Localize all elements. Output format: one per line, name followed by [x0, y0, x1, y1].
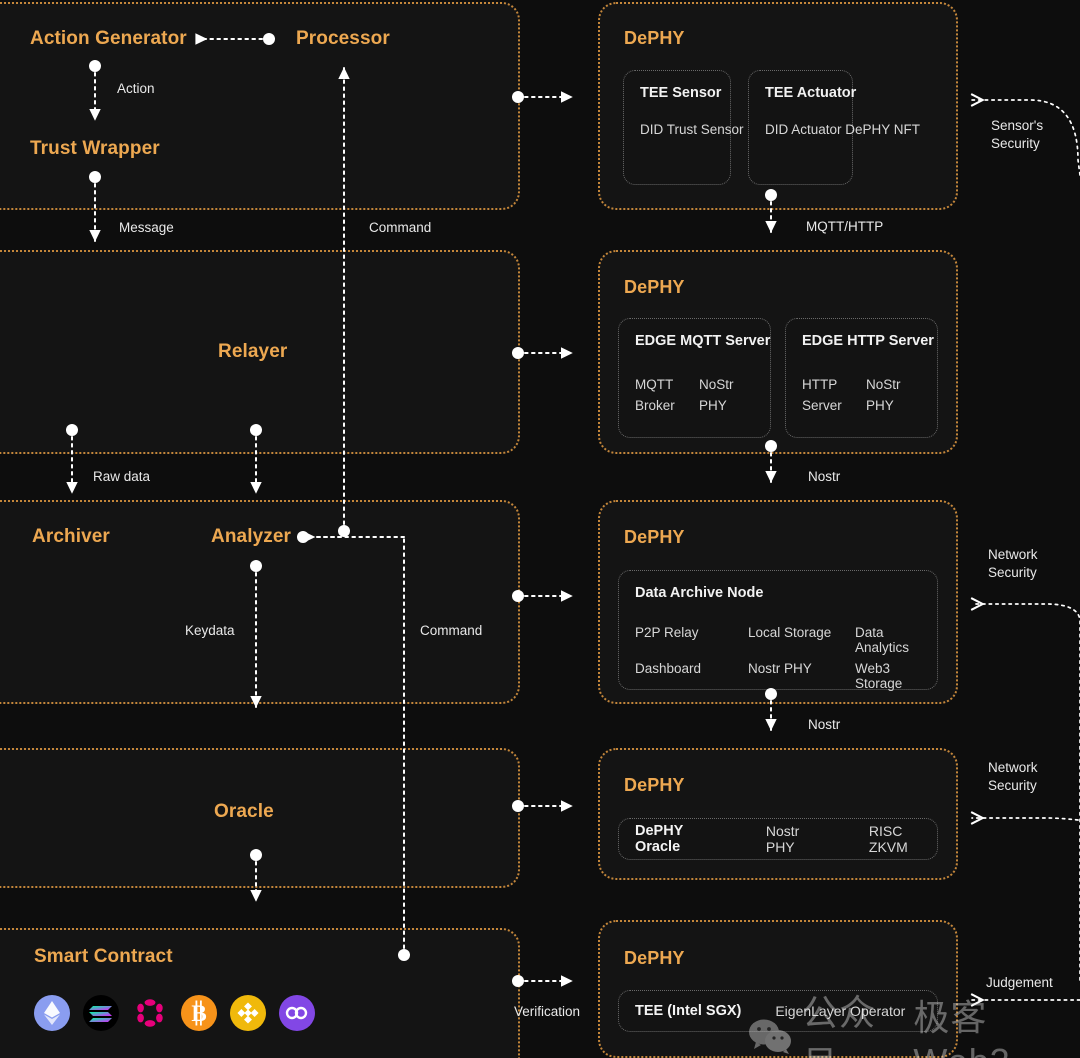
inline-item: Nostr PHY — [766, 823, 825, 855]
security-label-network-2: Network Security — [988, 759, 1038, 795]
grid-cell: Broker — [635, 398, 699, 413]
grid-cell: Dashboard — [635, 661, 748, 691]
inline-item: EigenLayer Operator — [775, 1003, 905, 1019]
card-title-oracle: Oracle — [214, 801, 274, 823]
grid-cell: Local Storage — [748, 625, 855, 655]
grid-cell: Data Analytics — [855, 625, 937, 655]
flow-label-message: Message — [119, 219, 174, 237]
security-label-judgement: Judgement — [986, 974, 1053, 992]
grid-cell: MQTT — [635, 377, 699, 392]
subpanel-title-dephy-oracle: DePHY Oracle — [635, 823, 722, 855]
subpanel-grid-edge-http: HTTP NoStr Server PHY — [802, 377, 901, 413]
architecture-diagram: Action Generator Trust Wrapper Relayer A… — [0, 0, 1080, 1058]
grid-cell: NoStr — [866, 377, 901, 392]
subpanel-title-tee-sensor: TEE Sensor — [640, 85, 721, 101]
card-title-trust-wrapper: Trust Wrapper — [30, 138, 160, 160]
card-title-dephy-4: DePHY — [624, 775, 685, 796]
subpanel-tee-actuator: TEE Actuator DID Actuator DePHY NFT — [748, 70, 853, 185]
polkadot-logo — [132, 995, 168, 1031]
grid-cell: NoStr — [699, 377, 734, 392]
card-title-dephy-5: DePHY — [624, 948, 685, 969]
flow-label-raw-data: Raw data — [93, 468, 150, 486]
subpanel-dephy-oracle: DePHY Oracle Nostr PHY RISC ZKVM — [618, 818, 938, 860]
subpanel-inline-tee-sgx: TEE (Intel SGX) EigenLayer Operator — [635, 991, 905, 1031]
chain-logo-row: B — [34, 995, 315, 1031]
subpanel-data-archive-node: Data Archive Node P2P Relay Local Storag… — [618, 570, 938, 690]
subpanel-tee-sensor: TEE Sensor DID Trust Sensor DePHY NFT — [623, 70, 731, 185]
grid-cell: PHY — [866, 398, 901, 413]
card-title-action-generator: Action Generator — [30, 28, 187, 50]
card-title-smart-contract: Smart Contract — [34, 946, 173, 968]
grid-cell: HTTP — [802, 377, 866, 392]
binance-logo — [230, 995, 266, 1031]
card-title-dephy-1: DePHY — [624, 28, 685, 49]
protocol-label-mqtt-http: MQTT/HTTP — [806, 218, 883, 236]
subpanel-edge-http: EDGE HTTP Server HTTP NoStr Server PHY — [785, 318, 938, 438]
protocol-label-nostr-1: Nostr — [808, 468, 840, 486]
subpanel-tee-sgx: TEE (Intel SGX) EigenLayer Operator — [618, 990, 938, 1032]
card-title-dephy-2: DePHY — [624, 277, 685, 298]
card-title-relayer: Relayer — [218, 341, 287, 363]
security-label-network-1: Network Security — [988, 546, 1038, 582]
bitcoin-logo: B — [181, 995, 217, 1031]
subpanel-inline-dephy-oracle: DePHY Oracle Nostr PHY RISC ZKVM — [635, 819, 937, 859]
card-title-archiver: Archiver — [32, 526, 110, 548]
subpanel-title-edge-mqtt: EDGE MQTT Server — [635, 333, 770, 349]
subpanel-title-tee-actuator: TEE Actuator — [765, 85, 856, 101]
inline-item: RISC ZKVM — [869, 823, 937, 855]
flow-label-verification: Verification — [514, 1003, 580, 1021]
subpanel-title-tee-sgx: TEE (Intel SGX) — [635, 1003, 741, 1019]
polygon-logo — [279, 995, 315, 1031]
card-dephy-tee — [598, 920, 958, 1058]
card-dephy-oracle — [598, 748, 958, 880]
grid-cell: PHY — [699, 398, 734, 413]
grid-cell: Server — [802, 398, 866, 413]
subpanel-grid-data-archive-node: P2P Relay Local Storage Data Analytics D… — [635, 625, 937, 691]
grid-cell: Web3 Storage — [855, 661, 937, 691]
flow-label-action: Action — [117, 80, 155, 98]
card-title-dephy-3: DePHY — [624, 527, 685, 548]
ethereum-logo — [34, 995, 70, 1031]
subpanel-title-data-archive-node: Data Archive Node — [635, 585, 763, 601]
subpanel-lines-tee-actuator: DID Actuator DePHY NFT — [765, 119, 920, 141]
card-title-processor: Processor — [296, 28, 390, 50]
solana-logo — [83, 995, 119, 1031]
protocol-label-nostr-2: Nostr — [808, 716, 840, 734]
flow-label-command-mid: Command — [420, 622, 482, 640]
grid-cell: Nostr PHY — [748, 661, 855, 691]
subpanel-grid-edge-mqtt: MQTT NoStr Broker PHY — [635, 377, 734, 413]
subpanel-title-edge-http: EDGE HTTP Server — [802, 333, 934, 349]
flow-label-keydata: Keydata — [185, 622, 235, 640]
flow-label-command-top: Command — [369, 219, 431, 237]
svg-text:B: B — [191, 1001, 206, 1026]
card-title-analyzer: Analyzer — [211, 526, 291, 548]
grid-cell: P2P Relay — [635, 625, 748, 655]
subpanel-edge-mqtt: EDGE MQTT Server MQTT NoStr Broker PHY — [618, 318, 771, 438]
security-label-sensors: Sensor's Security — [991, 117, 1043, 153]
